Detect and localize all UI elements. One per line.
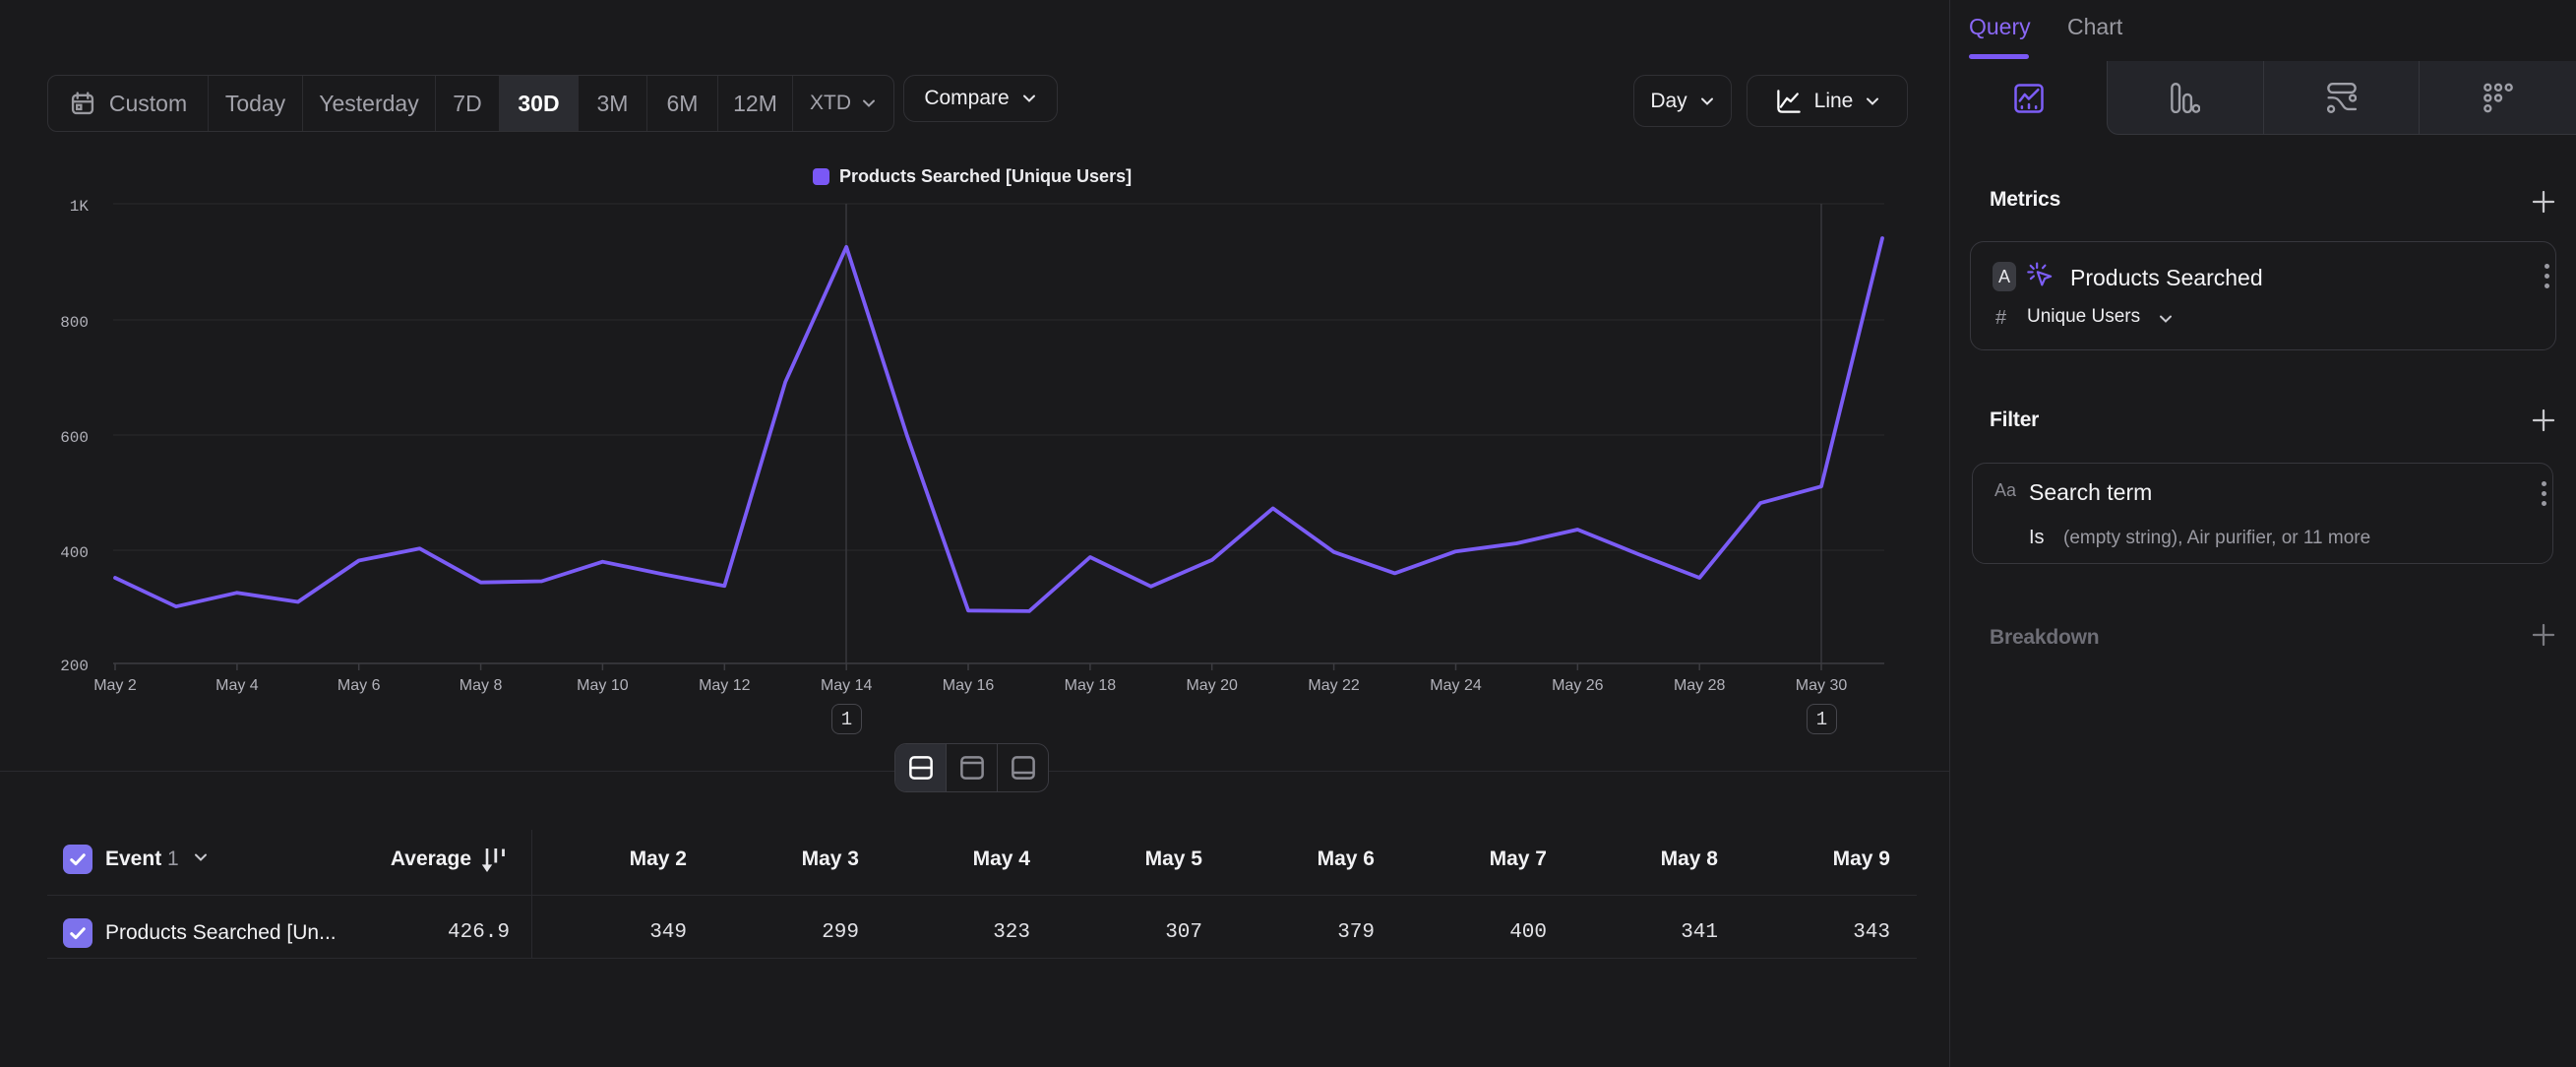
svg-text:May 14: May 14 — [821, 677, 873, 694]
svg-text:May 18: May 18 — [1065, 677, 1117, 694]
svg-text:May 30: May 30 — [1796, 677, 1848, 694]
svg-text:May 6: May 6 — [337, 677, 381, 694]
svg-text:May 28: May 28 — [1674, 677, 1726, 694]
svg-text:200: 200 — [60, 658, 89, 675]
svg-text:May 2: May 2 — [93, 677, 137, 694]
svg-text:800: 800 — [60, 314, 89, 332]
svg-text:1K: 1K — [70, 198, 90, 216]
svg-text:May 16: May 16 — [943, 677, 995, 694]
svg-text:May 8: May 8 — [460, 677, 503, 694]
svg-text:May 12: May 12 — [699, 677, 751, 694]
svg-text:May 4: May 4 — [215, 677, 259, 694]
svg-text:May 24: May 24 — [1430, 677, 1482, 694]
svg-text:May 26: May 26 — [1552, 677, 1604, 694]
svg-text:600: 600 — [60, 429, 89, 447]
svg-text:400: 400 — [60, 544, 89, 562]
svg-text:May 10: May 10 — [577, 677, 629, 694]
svg-text:May 22: May 22 — [1308, 677, 1360, 694]
svg-text:May 20: May 20 — [1186, 677, 1238, 694]
